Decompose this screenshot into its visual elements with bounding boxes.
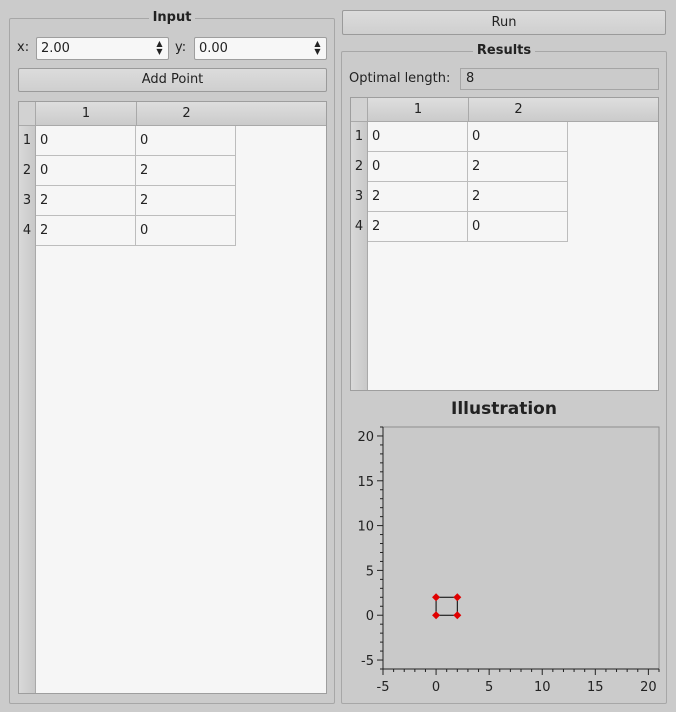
results-table[interactable]: 1 2 1 2 3 4 0 0 0 2 2 2 2 0: [350, 97, 659, 391]
x-value: 2.00: [41, 41, 70, 56]
table-cell[interactable]: 0: [468, 122, 568, 152]
row-header[interactable]: 3: [19, 186, 35, 216]
y-tick-label: 0: [366, 609, 374, 624]
table-cell[interactable]: 2: [136, 156, 236, 186]
y-spinbox[interactable]: 0.00 ▲ ▼: [194, 37, 327, 60]
input-group-title: Input: [10, 10, 334, 26]
table-cell[interactable]: 0: [368, 122, 468, 152]
table-cell[interactable]: 0: [36, 156, 136, 186]
table-cell[interactable]: 2: [468, 152, 568, 182]
row-header[interactable]: 1: [351, 122, 367, 152]
table-cell[interactable]: 0: [136, 216, 236, 246]
table-cell[interactable]: 2: [468, 182, 568, 212]
table-cell[interactable]: 0: [368, 152, 468, 182]
optimal-length-label: Optimal length:: [349, 71, 451, 86]
x-spinbox[interactable]: 2.00 ▲ ▼: [36, 37, 169, 60]
x-tick-label: -5: [377, 680, 390, 695]
plot-area: [382, 426, 660, 670]
add-point-button[interactable]: Add Point: [18, 68, 327, 92]
row-header[interactable]: 2: [351, 152, 367, 182]
row-header[interactable]: 4: [19, 216, 35, 246]
row-header[interactable]: 2: [19, 156, 35, 186]
run-button[interactable]: Run: [342, 10, 666, 35]
y-tick-label: 5: [366, 564, 374, 579]
illustration-plot: 20 15 10 5 0 -5 -5 0 5 10 15 20: [357, 426, 660, 695]
optimal-length-field: 8: [460, 68, 659, 90]
column-header[interactable]: 1: [368, 98, 468, 121]
table-row-header: 1 2 3 4: [19, 126, 36, 693]
x-tick-label: 0: [432, 680, 440, 695]
x-tick-label: 15: [587, 680, 604, 695]
table-cell[interactable]: 2: [368, 212, 468, 242]
results-group-title: Results: [342, 43, 666, 59]
input-group: Input x: 2.00 ▲ ▼ y: 0.00 ▲ ▼ Add Point 1 …: [9, 10, 335, 704]
y-value: 0.00: [199, 41, 228, 56]
row-header[interactable]: 3: [351, 182, 367, 212]
table-cell[interactable]: 2: [36, 186, 136, 216]
y-label: y:: [175, 40, 187, 55]
y-tick-label: 20: [357, 430, 374, 445]
x-axis: -5 0 5 10 15 20: [377, 668, 660, 695]
y-tick-label: 10: [357, 520, 374, 535]
column-header[interactable]: 2: [136, 102, 236, 125]
column-header[interactable]: 2: [468, 98, 568, 121]
table-cell[interactable]: 2: [136, 186, 236, 216]
table-cell[interactable]: 2: [36, 216, 136, 246]
table-cell[interactable]: 0: [136, 126, 236, 156]
table-corner: [19, 102, 36, 126]
x-label: x:: [17, 40, 30, 55]
plot-title: Illustration: [451, 399, 557, 419]
table-column-header: 1 2: [368, 98, 658, 122]
row-header[interactable]: 1: [19, 126, 35, 156]
x-tick-label: 10: [534, 680, 551, 695]
table-corner: [351, 98, 368, 122]
table-row-header: 1 2 3 4: [351, 122, 368, 390]
y-tick-label: 15: [357, 475, 374, 490]
spin-arrows-icon[interactable]: ▲ ▼: [313, 40, 322, 57]
table-column-header: 1 2: [36, 102, 326, 126]
input-table[interactable]: 1 2 1 2 3 4 0 0 0 2 2 2 2 0: [18, 101, 327, 694]
x-tick-label: 20: [640, 680, 657, 695]
row-header[interactable]: 4: [351, 212, 367, 242]
table-cell[interactable]: 0: [468, 212, 568, 242]
spin-arrows-icon[interactable]: ▲ ▼: [155, 40, 164, 57]
y-tick-label: -5: [361, 654, 374, 669]
column-header[interactable]: 1: [36, 102, 136, 125]
table-cell[interactable]: 2: [368, 182, 468, 212]
x-tick-label: 5: [485, 680, 493, 695]
table-cell[interactable]: 0: [36, 126, 136, 156]
results-group: Results Optimal length: 8 1 2 1 2 3 4 0 …: [341, 43, 667, 704]
y-axis: 20 15 10 5 0 -5: [357, 426, 384, 670]
